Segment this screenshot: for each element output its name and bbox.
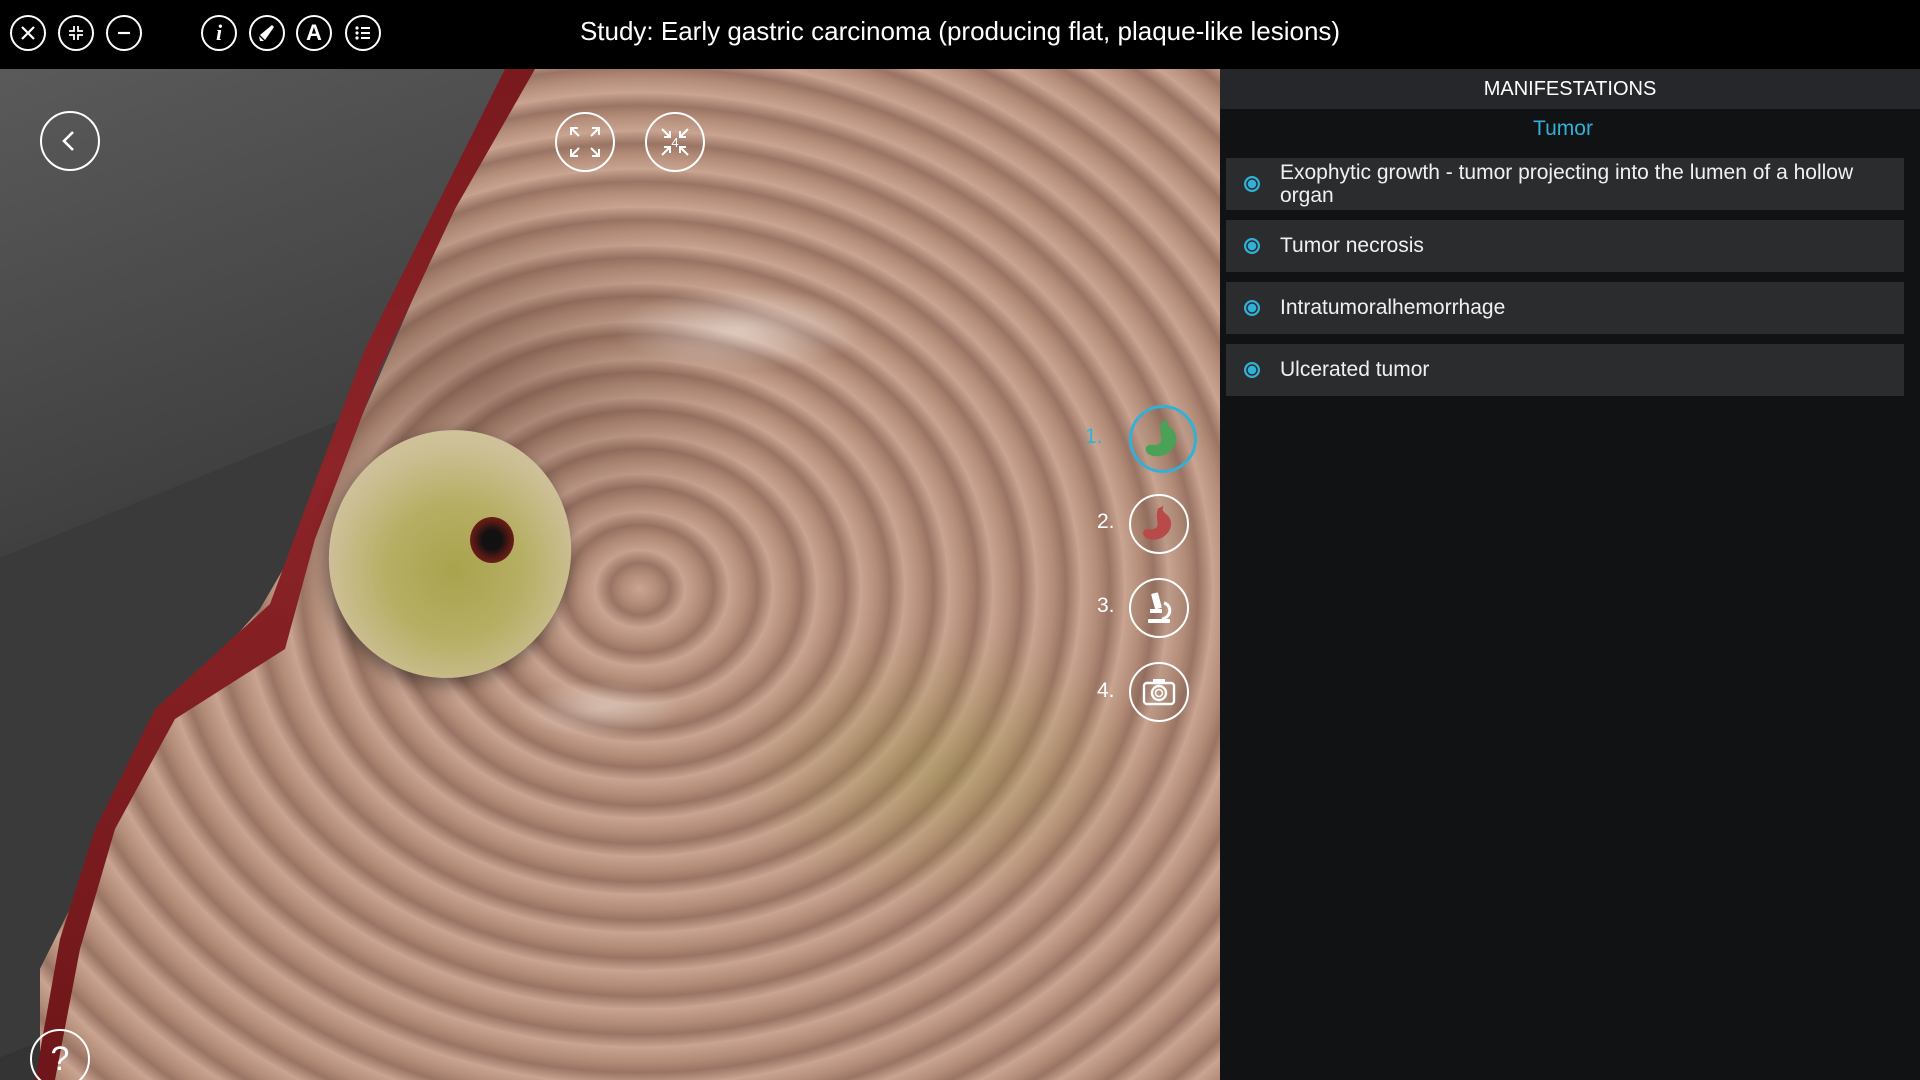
radio-dot-icon	[1244, 238, 1260, 254]
help-icon[interactable]: ?	[30, 1029, 90, 1080]
camera-icon	[1142, 679, 1176, 706]
page-title: Study: Early gastric carcinoma (producin…	[579, 16, 1341, 46]
manifestation-label: Intratumoralhemorrhage	[1280, 296, 1506, 319]
3d-viewport[interactable]: 4 ? 1. 2. 3. 4.	[0, 69, 1220, 1080]
step-number-3: 3.	[1097, 594, 1115, 617]
step-number-2: 2.	[1097, 510, 1115, 533]
manifestation-item[interactable]: Exophytic growth - tumor projecting into…	[1226, 158, 1904, 210]
manifestation-item[interactable]: Tumor necrosis	[1226, 220, 1904, 272]
expand-icon[interactable]	[555, 112, 615, 172]
collapse-arrows-icon[interactable]: 4	[645, 112, 705, 172]
step-1-stomach-green-button[interactable]	[1129, 405, 1197, 473]
step-2-stomach-red-button[interactable]	[1129, 494, 1189, 554]
top-bar: i A Study: Early gastric carcinoma (prod…	[0, 0, 1920, 69]
panel-subheader: Tumor	[1533, 117, 1593, 140]
step-3-microscope-button[interactable]	[1129, 578, 1189, 638]
manifestation-label: Exophytic growth - tumor projecting into…	[1280, 161, 1854, 207]
manifestation-item[interactable]: Ulcerated tumor	[1226, 344, 1904, 396]
stomach-red-icon	[1143, 505, 1172, 540]
radio-dot-icon	[1244, 362, 1260, 378]
panel-header: MANIFESTATIONS	[1220, 69, 1920, 109]
step-4-camera-button[interactable]	[1129, 662, 1189, 722]
manifestation-label: Tumor necrosis	[1280, 234, 1424, 257]
lesion-ulcer	[470, 517, 514, 563]
stomach-green-icon	[1145, 419, 1177, 457]
manifestation-item[interactable]: Intratumoralhemorrhage	[1226, 282, 1904, 334]
back-icon[interactable]	[40, 111, 100, 171]
manifestations-panel: MANIFESTATIONS Tumor Exophytic growth - …	[1220, 69, 1920, 1080]
manifestation-label: Ulcerated tumor	[1280, 358, 1430, 381]
step-number-4: 4.	[1097, 679, 1115, 702]
radio-dot-icon	[1244, 300, 1260, 316]
radio-dot-icon	[1244, 176, 1260, 192]
step-number-1: 1.	[1085, 425, 1103, 448]
microscope-icon	[1148, 592, 1172, 623]
collapse-badge: 4	[671, 134, 679, 150]
